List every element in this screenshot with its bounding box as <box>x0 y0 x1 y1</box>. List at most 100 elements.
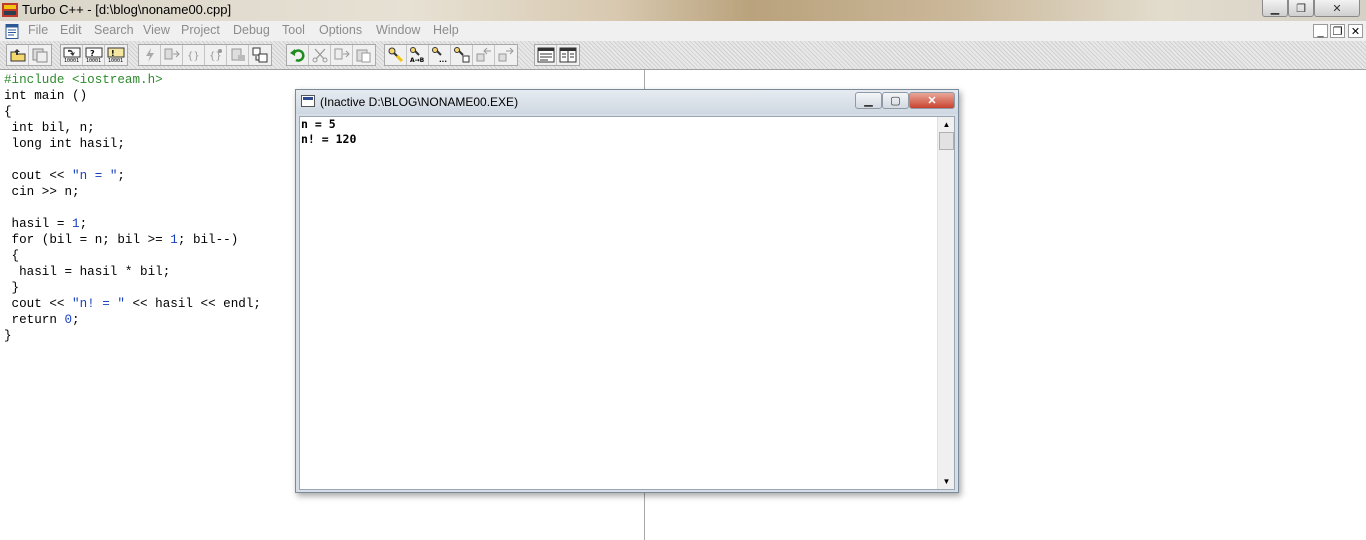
window-title: Turbo C++ - [d:\blog\noname00.cpp] <box>22 2 232 17</box>
code-line: hasil = hasil * bil; <box>4 265 171 279</box>
build-button[interactable]: {} <box>183 45 205 65</box>
turbo-cpp-app-icon[interactable] <box>2 2 18 18</box>
minimize-icon: ▁ <box>1270 2 1280 15</box>
toolbar-group-edit <box>286 44 376 66</box>
source-code[interactable]: #include <iostream.h> int main () { int bi… <box>4 72 261 344</box>
compile-icon <box>164 48 180 60</box>
paste-button[interactable] <box>353 45 375 65</box>
minimize-icon: _ <box>1317 26 1324 38</box>
make-button[interactable] <box>139 45 161 65</box>
code-line: cin >> n; <box>4 185 80 199</box>
code-line: int main () <box>4 89 88 103</box>
save-button[interactable] <box>29 45 51 65</box>
menu-debug[interactable]: Debug <box>233 23 270 37</box>
code-line: hasil = 1; <box>4 217 88 231</box>
previous-message-button[interactable] <box>473 45 495 65</box>
code-line: #include <iostream.h> <box>4 73 163 87</box>
toggle-breakpoint-button[interactable]: {} <box>205 45 227 65</box>
code-line: cout << "n = "; <box>4 169 125 183</box>
minimize-button[interactable]: ▁ <box>1262 0 1288 17</box>
output-line: n = 5 <box>301 117 336 131</box>
mdi-restore-button[interactable]: ❐ <box>1330 24 1345 38</box>
step-over-icon: 10001 <box>63 47 80 63</box>
open-button[interactable] <box>7 45 29 65</box>
scroll-thumb[interactable] <box>939 132 954 150</box>
mdi-minimize-button[interactable]: _ <box>1313 24 1328 38</box>
code-line: } <box>4 329 12 343</box>
close-icon: ✕ <box>927 95 937 107</box>
close-icon: ✕ <box>1350 26 1361 38</box>
console-output: n = 5 n! = 120 <box>301 117 356 147</box>
inspect-button[interactable] <box>249 45 271 65</box>
menu-file[interactable]: File <box>28 23 48 37</box>
search-again-button[interactable]: ... <box>429 45 451 65</box>
replace-button[interactable]: A→B <box>407 45 429 65</box>
code-line: int bil, n; <box>4 121 95 135</box>
toggle-breakpoint-icon: {} <box>209 49 222 62</box>
browse-symbol-button[interactable] <box>451 45 473 65</box>
step-over-button[interactable]: 10001 <box>61 45 83 65</box>
menu-window[interactable]: Window <box>376 23 420 37</box>
toolbar-group-build: {} {} <box>138 44 272 66</box>
svg-text:10001: 10001 <box>108 58 123 63</box>
document-icon[interactable] <box>5 24 19 39</box>
code-line: for (bil = n; bil >= 1; bil--) <box>4 233 239 247</box>
next-message-icon <box>498 47 514 62</box>
paste-icon <box>356 49 371 63</box>
toolbar-group-window <box>534 44 580 66</box>
title-bar: Turbo C++ - [d:\blog\noname00.cpp] ▁ ❐ ✕ <box>0 0 1366 21</box>
build-icon: {} <box>187 51 200 62</box>
menu-bar: File Edit Search View Project Debug Tool… <box>0 21 1366 41</box>
console-output-area[interactable]: n = 5 n! = 120 ▲ ▼ <box>299 116 955 490</box>
run-to-cursor-button[interactable]: ! 10001 <box>105 45 127 65</box>
mdi-close-button[interactable]: ✕ <box>1348 24 1363 38</box>
svg-text:!: ! <box>111 49 115 58</box>
restore-button[interactable]: ❐ <box>1288 0 1314 17</box>
tile-button[interactable] <box>535 45 557 65</box>
menu-search[interactable]: Search <box>94 23 134 37</box>
save-icon <box>32 48 48 63</box>
copy-icon <box>334 48 350 60</box>
trace-into-button[interactable]: ? 10001 <box>83 45 105 65</box>
menu-view[interactable]: View <box>143 23 170 37</box>
menu-edit[interactable]: Edit <box>60 23 82 37</box>
replace-icon: A→B <box>409 47 424 63</box>
copy-button[interactable] <box>331 45 353 65</box>
menu-project[interactable]: Project <box>181 23 220 37</box>
scroll-down-icon[interactable]: ▼ <box>939 474 954 489</box>
cascade-button[interactable] <box>557 45 579 65</box>
console-close-button[interactable]: ✕ <box>909 92 955 109</box>
scroll-up-icon[interactable]: ▲ <box>939 117 954 132</box>
console-title-bar[interactable]: (Inactive D:\BLOG\NONAME00.EXE) ▁ ▢ ✕ <box>296 90 958 114</box>
svg-text:10001: 10001 <box>86 58 101 63</box>
compile-button[interactable] <box>161 45 183 65</box>
search-button[interactable] <box>385 45 407 65</box>
cut-icon <box>312 48 327 63</box>
svg-text:?: ? <box>90 49 95 58</box>
cascade-icon <box>559 47 577 63</box>
cut-button[interactable] <box>309 45 331 65</box>
console-scrollbar[interactable]: ▲ ▼ <box>937 117 954 489</box>
console-window: (Inactive D:\BLOG\NONAME00.EXE) ▁ ▢ ✕ n … <box>295 89 959 493</box>
console-title: (Inactive D:\BLOG\NONAME00.EXE) <box>320 95 519 109</box>
run-to-cursor-icon: !10001 <box>107 47 125 63</box>
svg-text:...: ... <box>439 56 447 63</box>
make-icon <box>145 48 154 62</box>
inspect-icon <box>252 47 268 63</box>
next-message-button[interactable] <box>495 45 517 65</box>
console-icon[interactable] <box>301 95 315 107</box>
code-line: { <box>4 249 20 263</box>
toolbar: 10001 ? 10001 ! 10001 {} {} A→B ... <box>0 41 1366 70</box>
console-maximize-button[interactable]: ▢ <box>882 92 909 109</box>
open-icon <box>10 49 25 62</box>
close-button[interactable]: ✕ <box>1314 0 1360 17</box>
menu-tool[interactable]: Tool <box>282 23 305 37</box>
undo-button[interactable] <box>287 45 309 65</box>
menu-options[interactable]: Options <box>319 23 362 37</box>
tile-icon <box>537 47 554 63</box>
evaluate-button[interactable] <box>227 45 249 65</box>
console-minimize-button[interactable]: ▁ <box>855 92 882 109</box>
minimize-icon: ▁ <box>864 95 873 107</box>
menu-help[interactable]: Help <box>433 23 459 37</box>
